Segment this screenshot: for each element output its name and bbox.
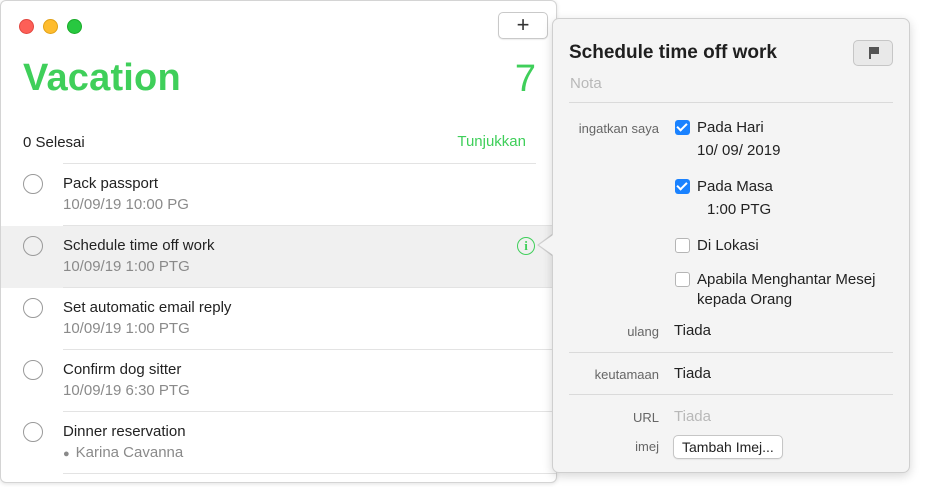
reminder-title[interactable]: Confirm dog sitter <box>63 361 181 378</box>
reminder-row[interactable]: Set automatic email reply 10/09/19 1:00 … <box>1 288 556 350</box>
day-value[interactable]: 10/ 09/ 2019 <box>697 142 780 159</box>
reminder-due-date: 10/09/19 10:00 PG <box>63 196 189 213</box>
reminder-title[interactable]: Set automatic email reply <box>63 299 231 316</box>
image-label: imej <box>635 439 659 454</box>
contact-name: Karina Cavanna <box>75 444 184 461</box>
when-messaging-label: Apabila Menghantar Mesej <box>697 271 876 288</box>
divider <box>569 394 893 395</box>
show-completed-link[interactable]: Tunjukkan <box>457 133 526 150</box>
priority-value[interactable]: Tiada <box>674 365 711 382</box>
popover-arrow-fill <box>539 235 553 255</box>
divider <box>569 102 893 103</box>
list-count: 7 <box>514 58 536 100</box>
repeat-value[interactable]: Tiada <box>674 322 711 339</box>
divider <box>569 352 893 353</box>
reminder-title[interactable]: Schedule time off work <box>63 237 214 254</box>
on-a-day-checkbox[interactable] <box>675 120 690 135</box>
complete-checkbox-circle[interactable] <box>23 236 43 256</box>
reminder-row[interactable]: Confirm dog sitter 10/09/19 6:30 PTG <box>1 350 556 412</box>
at-a-time-checkbox[interactable] <box>675 179 690 194</box>
reminder-due-date: 10/09/19 6:30 PTG <box>63 382 190 399</box>
reminder-title[interactable]: Dinner reservation <box>63 423 186 440</box>
reminder-due-date: 10/09/19 1:00 PTG <box>63 320 190 337</box>
reminder-title[interactable]: Pack passport <box>63 175 158 192</box>
reminder-row[interactable]: Pack passport 10/09/19 10:00 PG <box>1 164 556 226</box>
add-reminder-button[interactable]: + <box>498 12 548 39</box>
reminder-row-selected[interactable]: Schedule time off work 10/09/19 1:00 PTG… <box>1 226 556 288</box>
reminders-window: + Vacation 7 0 Selesai Tunjukkan Pack pa… <box>0 0 557 483</box>
complete-checkbox-circle[interactable] <box>23 360 43 380</box>
when-messaging-label-line2: kepada Orang <box>697 291 793 308</box>
close-window-button[interactable] <box>19 19 34 34</box>
complete-checkbox-circle[interactable] <box>23 174 43 194</box>
add-image-button[interactable]: Tambah Imej... <box>673 435 783 459</box>
reminder-contact: ● Karina Cavanna <box>63 444 183 461</box>
on-a-day-label: Pada Hari <box>697 119 764 136</box>
repeat-label: ulang <box>627 324 659 339</box>
reminder-detail-popover: Schedule time off work Nota ingatkan say… <box>552 18 910 473</box>
reminder-row[interactable]: Dinner reservation ● Karina Cavanna <box>1 412 556 474</box>
url-label: URL <box>632 410 659 425</box>
priority-label: keutamaan <box>594 367 659 382</box>
time-value[interactable]: 1:00 PTG <box>707 201 771 218</box>
url-field[interactable]: Tiada <box>674 408 711 425</box>
at-a-location-label: Di Lokasi <box>697 237 759 254</box>
zoom-window-button[interactable] <box>67 19 82 34</box>
complete-checkbox-circle[interactable] <box>23 422 43 442</box>
list-title: Vacation <box>23 57 181 99</box>
info-icon[interactable]: i <box>517 237 535 255</box>
when-messaging-checkbox[interactable] <box>675 272 690 287</box>
detail-title[interactable]: Schedule time off work <box>569 42 777 64</box>
notes-field[interactable]: Nota <box>570 75 602 92</box>
remind-me-label: ingatkan saya <box>578 121 659 136</box>
reminder-due-date: 10/09/19 1:00 PTG <box>63 258 190 275</box>
complete-checkbox-circle[interactable] <box>23 298 43 318</box>
message-bubble-icon: ● <box>63 448 70 460</box>
at-a-location-checkbox[interactable] <box>675 238 690 253</box>
divider <box>63 473 556 474</box>
minimize-window-button[interactable] <box>43 19 58 34</box>
completed-count: 0 Selesai <box>23 134 85 151</box>
reminder-list: Pack passport 10/09/19 10:00 PG Schedule… <box>1 164 556 474</box>
at-a-time-label: Pada Masa <box>697 178 773 195</box>
flag-button[interactable] <box>853 40 893 66</box>
